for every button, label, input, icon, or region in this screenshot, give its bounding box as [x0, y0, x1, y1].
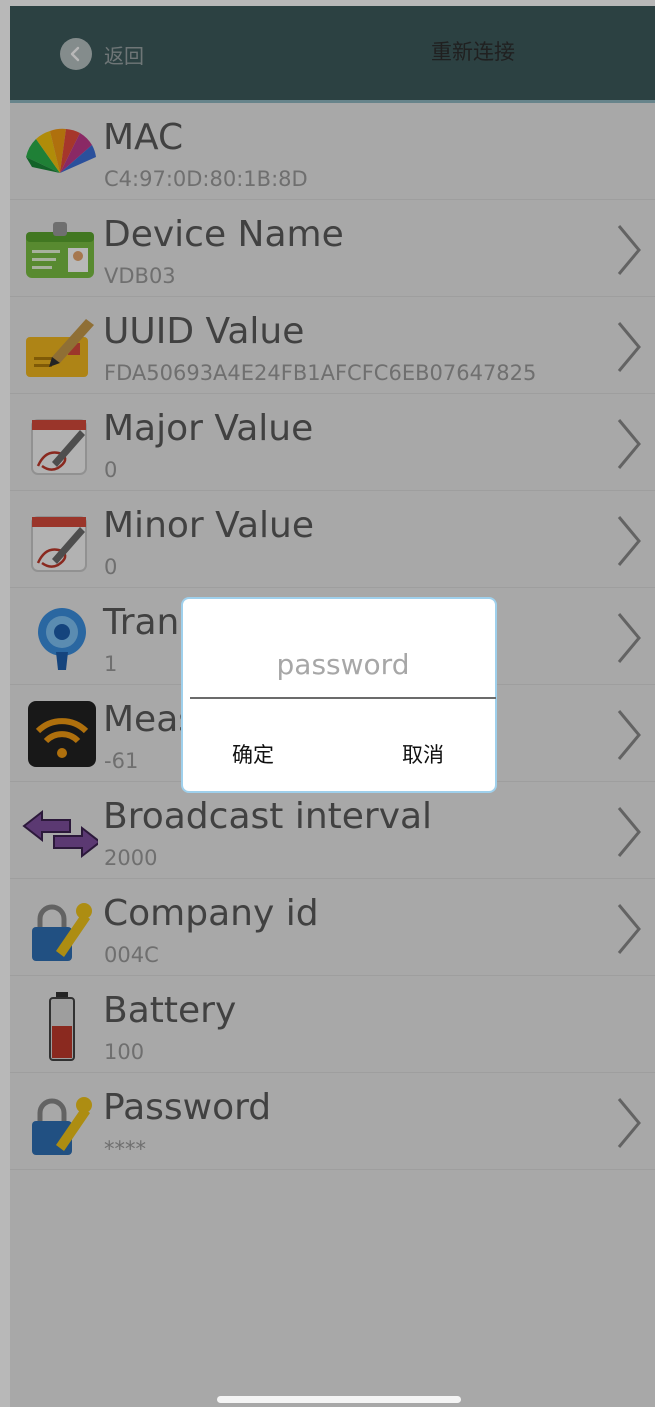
confirm-button[interactable]: 确定 — [232, 739, 274, 769]
password-input[interactable] — [190, 631, 496, 699]
cancel-button[interactable]: 取消 — [402, 739, 444, 769]
password-dialog: 确定 取消 — [181, 597, 497, 793]
home-indicator — [217, 1396, 461, 1403]
